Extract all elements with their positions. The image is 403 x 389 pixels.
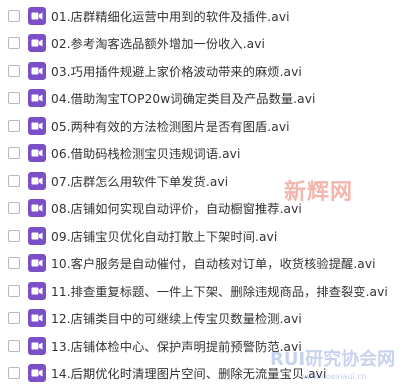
list-item[interactable]: 06.借助码栈检测宝贝违规词语.avi (0, 140, 403, 168)
row-checkbox[interactable] (8, 339, 20, 352)
list-item[interactable]: 09.店铺宝贝优化自动打散上下架时间.avi (0, 222, 403, 250)
file-name[interactable]: 03.巧用插件规避上家价格波动带来的麻烦.avi (51, 62, 302, 80)
video-file-icon (28, 226, 46, 245)
video-file-icon (28, 336, 46, 355)
file-name[interactable]: 07.店群怎么用软件下单发货.avi (51, 172, 228, 190)
video-file-icon (28, 364, 46, 383)
file-name[interactable]: 11.排查重复标题、一件上下架、删除违规商品，排查裂变.avi (51, 282, 388, 300)
file-name[interactable]: 08.店铺如何实现自动评价，自动橱窗推荐.avi (51, 199, 302, 217)
video-file-icon (28, 61, 46, 80)
row-checkbox[interactable] (8, 229, 20, 242)
row-checkbox[interactable] (8, 202, 20, 215)
file-name[interactable]: 02.参考淘客选品额外增加一份收入.avi (51, 34, 265, 52)
row-checkbox[interactable] (8, 174, 20, 187)
list-item[interactable]: 08.店铺如何实现自动评价，自动橱窗推荐.avi (0, 195, 403, 223)
file-name[interactable]: 14.后期优化时清理图片空间、删除无流量宝贝.avi (51, 364, 327, 382)
row-checkbox[interactable] (8, 9, 20, 22)
video-file-icon (28, 144, 46, 163)
list-item[interactable]: 07.店群怎么用软件下单发货.avi (0, 167, 403, 195)
list-item[interactable]: 13.店铺体检中心、保护声明提前预警防范.avi (0, 332, 403, 360)
file-name[interactable]: 10.客户服务是自动催付，自动核对订单，收货核验提醒.avi (51, 254, 376, 272)
video-file-icon (28, 199, 46, 218)
video-file-icon (28, 6, 46, 25)
video-file-icon (28, 116, 46, 135)
list-item[interactable]: 11.排查重复标题、一件上下架、删除违规商品，排查裂变.avi (0, 277, 403, 305)
file-name[interactable]: 01.店群精细化运营中用到的软件及插件.avi (51, 7, 290, 25)
row-checkbox[interactable] (8, 92, 20, 105)
video-file-icon (28, 89, 46, 108)
list-item[interactable]: 12.店铺类目中的可继续上传宝贝数量检测.avi (0, 305, 403, 333)
row-checkbox[interactable] (8, 64, 20, 77)
list-item[interactable]: 01.店群精细化运营中用到的软件及插件.avi (0, 2, 403, 30)
row-checkbox[interactable] (8, 37, 20, 50)
row-checkbox[interactable] (8, 257, 20, 270)
file-list: 01.店群精细化运营中用到的软件及插件.avi 02.参考淘客选品额外增加一份收… (0, 0, 403, 389)
list-item[interactable]: 03.巧用插件规避上家价格波动带来的麻烦.avi (0, 57, 403, 85)
file-name[interactable]: 13.店铺体检中心、保护声明提前预警防范.avi (51, 337, 302, 355)
file-name[interactable]: 05.两种有效的方法检测图片是否有图盾.avi (51, 117, 290, 135)
video-file-icon (28, 254, 46, 273)
row-checkbox[interactable] (8, 284, 20, 297)
row-checkbox[interactable] (8, 147, 20, 160)
video-file-icon (28, 34, 46, 53)
row-checkbox[interactable] (8, 312, 20, 325)
video-file-icon (28, 171, 46, 190)
list-item[interactable]: 02.参考淘客选品额外增加一份收入.avi (0, 30, 403, 58)
video-file-icon (28, 309, 46, 328)
list-item[interactable]: 10.客户服务是自动催付，自动核对订单，收货核验提醒.avi (0, 250, 403, 278)
list-item[interactable]: 04.借助淘宝TOP20w词确定类目及产品数量.avi (0, 85, 403, 113)
file-name[interactable]: 12.店铺类目中的可继续上传宝贝数量检测.avi (51, 309, 302, 327)
list-item[interactable]: 05.两种有效的方法检测图片是否有图盾.avi (0, 112, 403, 140)
video-file-icon (28, 281, 46, 300)
row-checkbox[interactable] (8, 367, 20, 380)
file-name[interactable]: 06.借助码栈检测宝贝违规词语.avi (51, 144, 240, 162)
file-name[interactable]: 04.借助淘宝TOP20w词确定类目及产品数量.avi (51, 89, 316, 107)
list-item[interactable]: 14.后期优化时清理图片空间、删除无流量宝贝.avi (0, 360, 403, 388)
file-name[interactable]: 09.店铺宝贝优化自动打散上下架时间.avi (51, 227, 277, 245)
row-checkbox[interactable] (8, 119, 20, 132)
